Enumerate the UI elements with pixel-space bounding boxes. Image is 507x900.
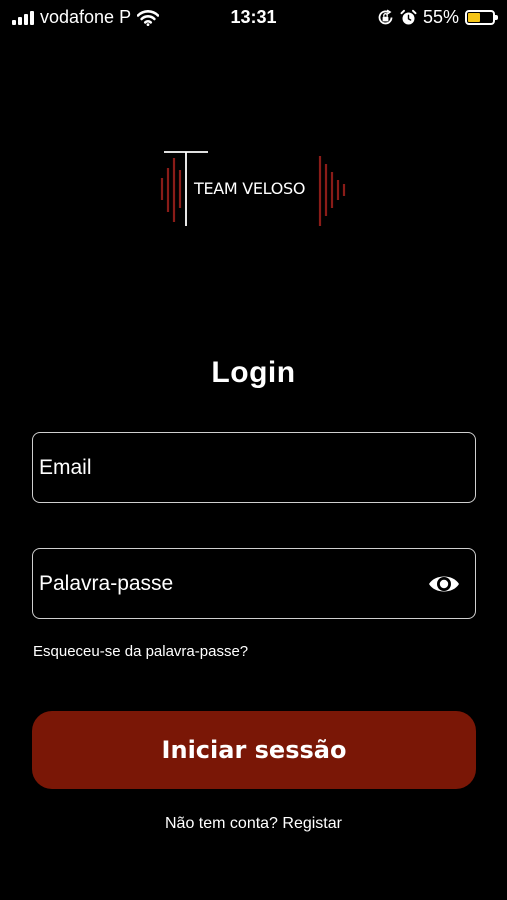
email-field[interactable]	[39, 433, 419, 502]
logo-left-bars	[160, 158, 182, 222]
team-veloso-logo: TEAM VELOSO	[160, 151, 346, 226]
battery-icon	[465, 10, 498, 25]
register-link[interactable]: Não tem conta? Registar	[0, 815, 507, 833]
password-field[interactable]	[39, 549, 419, 618]
forgot-password-link[interactable]: Esqueceu-se da palavra-passe?	[33, 643, 248, 660]
status-right: 55%	[377, 7, 498, 28]
password-field-container	[32, 548, 476, 619]
logo-wordmark: TEAM VELOSO	[193, 179, 305, 198]
battery-fill	[468, 13, 481, 22]
page-title: Login	[211, 356, 296, 389]
battery-percent: 55%	[422, 7, 459, 27]
orientation-lock-icon	[378, 9, 393, 25]
logo-right-bars	[318, 156, 346, 226]
status-bar: vodafone P 13:31 55%	[0, 0, 507, 36]
login-button[interactable]: Iniciar sessão	[32, 711, 476, 789]
email-field-container	[32, 432, 476, 503]
eye-icon[interactable]	[427, 569, 461, 599]
alarm-clock-icon	[400, 9, 417, 25]
